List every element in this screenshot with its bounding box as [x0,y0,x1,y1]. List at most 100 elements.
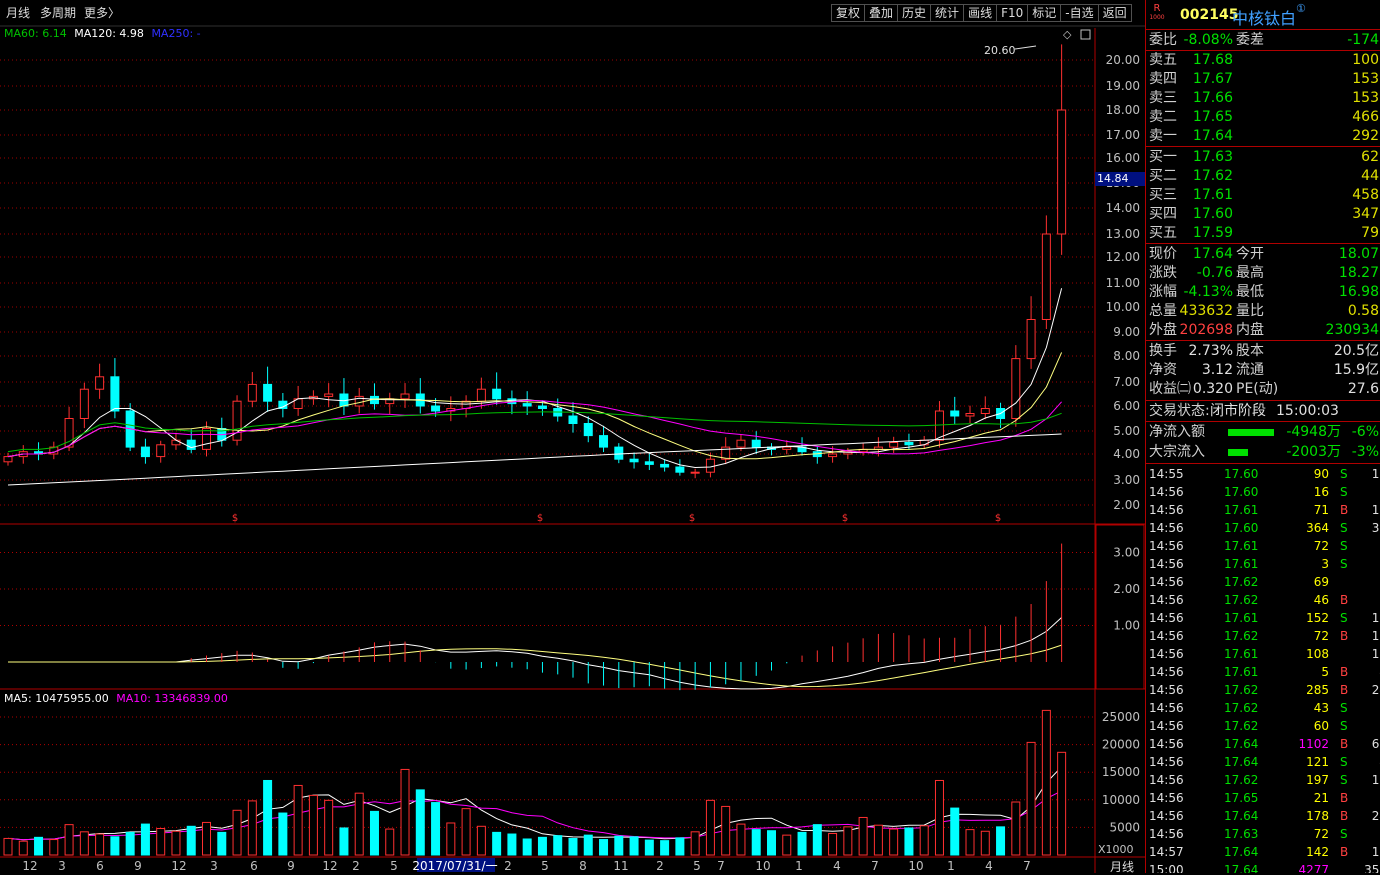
book-price: 17.68 [1192,52,1233,68]
quote-value: 433632 [1179,303,1233,319]
candle-down [431,405,441,412]
tick-row: 14:57 17.64 142 B 13 [1146,843,1380,861]
book-label: 卖三 [1149,90,1177,106]
price-axis-label: 4.00 [1113,447,1140,461]
tick-volume: 152 [1306,611,1329,625]
x-axis-label: 1 [947,859,955,873]
candle-down [904,442,914,446]
tick-volume: 43 [1313,701,1329,715]
fin-value-2: 15.9亿 [1333,362,1379,378]
weicha-value: -174 [1347,32,1379,48]
quote-value: 17.64 [1192,246,1233,262]
quote-row: 总量 433632 量比 0.58 [1146,302,1380,321]
volume-ma5-line [7,766,1062,841]
volume-bar-up [965,829,975,856]
book-price: 17.63 [1192,149,1233,165]
volume-bar-up [828,832,838,856]
high-arrow [1014,45,1037,50]
fin-row: 收益㈡ 0.320 PE(动) 27.6 [1146,380,1380,399]
ma10-line [7,352,1063,460]
candle-down [599,435,609,448]
tick-price: 17.64 [1224,809,1259,823]
volume-bar-down [629,836,639,856]
macd-axis-label: 2.00 [1113,582,1140,596]
volume-bar-up [385,828,395,856]
candle-up [919,439,929,446]
tick-row: 14:5617.6260S8 [1146,717,1380,735]
quote-value-2: 230934 [1325,322,1379,338]
volume-bar-down [553,835,563,856]
x-axis-label: 12 [322,859,337,873]
x-axis-label: 8 [579,859,587,873]
x-axis-label: 5 [541,859,549,873]
x-axis-label: 9 [134,859,142,873]
price-axis-label: 3.00 [1113,473,1140,487]
book-price: 17.60 [1192,206,1233,222]
stock-name: 中核钛白 [1232,9,1297,28]
price-axis-label: 8.00 [1113,349,1140,363]
tick-count: 15 [1371,467,1380,481]
book-price: 17.59 [1192,225,1233,241]
price-axis-label: 5.00 [1113,424,1140,438]
high-price-label: 20.60 [984,44,1016,57]
tick-direction: S [1340,701,1348,715]
candle-up [400,393,410,400]
book-volume: 62 [1361,149,1379,165]
price-axis-label: 14.00 [1106,201,1140,215]
x-axis-label: 4 [985,859,993,873]
volume-bar-up [232,809,242,856]
candle-up [476,388,486,402]
price-axis-label: 7.00 [1113,375,1140,389]
tick-volume: 142 [1306,845,1329,859]
book-price: 17.64 [1192,128,1233,144]
fin-value: 0.320 [1192,381,1233,397]
volume-bar-up [858,816,868,856]
quote-value-2: 0.58 [1347,303,1379,319]
tick-time: 14:56 [1149,683,1184,697]
tick-time: 14:56 [1149,755,1184,769]
volume-bar-down [996,826,1006,856]
tick-time: 14:56 [1149,701,1184,715]
tick-row: 14:5617.6521B5 [1146,789,1380,807]
volume-bar-up [354,792,364,856]
tick-direction: S [1340,755,1348,769]
price-axis-label: 13.00 [1106,227,1140,241]
tick-row: 14:56 17.61 108 11 [1146,645,1380,663]
tick-row: 14:5617.6246B7 [1146,591,1380,609]
volume-bar-up [889,828,899,856]
x-axis-label: 2 [656,859,664,873]
tick-volume: 90 [1313,467,1329,481]
buy-row: 买四 17.60 347 [1146,205,1380,224]
ma120-line [7,433,1062,486]
candle-down [492,388,502,400]
quote-value-2: 16.98 [1338,284,1379,300]
quote-label-2: 今开 [1236,246,1264,262]
flow-row: 净流入额 -4948万 -6% [1146,423,1380,442]
info-icon[interactable]: ① [1296,2,1306,15]
price-axis-label: 20.00 [1106,53,1140,67]
tick-volume: 4277 [1298,863,1329,873]
sell-row: 卖四 17.67 153 [1146,70,1380,89]
tick-price: 17.62 [1224,593,1259,607]
price-axis-label: 9.00 [1113,325,1140,339]
tick-row: 14:5617.6016S6 [1146,483,1380,501]
flow-bar [1228,429,1274,436]
fin-label-2: PE(动) [1236,381,1279,397]
volume-bar-down [797,831,807,856]
tick-time: 14:55 [1149,467,1184,481]
tick-time: 14:56 [1149,575,1184,589]
stock-code: 002145 [1180,7,1239,23]
book-price: 17.66 [1192,90,1233,106]
volume-axis-label: 25000 [1102,710,1140,724]
x-axis-label: 6 [96,859,104,873]
buy-row: 买一 17.63 62 [1146,148,1380,167]
volume-bar-down [125,831,135,856]
book-price: 17.62 [1192,168,1233,184]
tick-volume: 21 [1313,791,1329,805]
tick-direction: B [1340,809,1349,823]
kline-chart-area[interactable]: 月线 多周期 更多〉 复权 叠加 历史 统计 画线 F10 标记 -自选 返回 … [0,0,1145,874]
flow-label: 大宗流入 [1149,444,1205,460]
tick-price: 17.61 [1224,611,1259,625]
volume-bar-down [34,836,44,856]
tick-row: 14:56 17.64 1102 B 61 [1146,735,1380,753]
